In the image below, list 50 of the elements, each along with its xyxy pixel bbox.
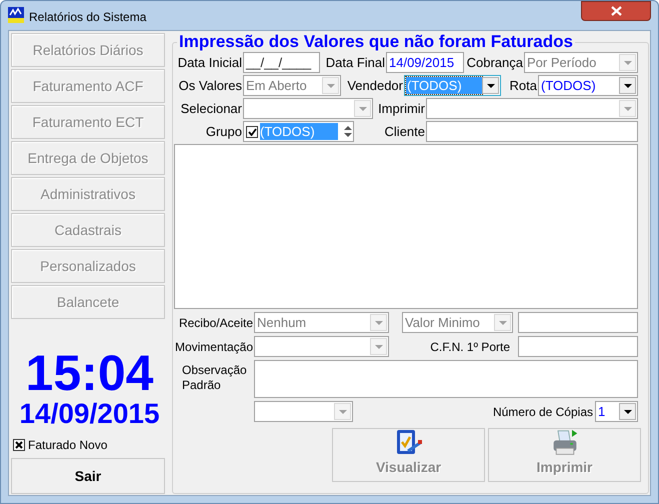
field-label: Grupo xyxy=(204,122,243,141)
dropdown-arrow-icon xyxy=(624,60,632,64)
dropdown-arrow-icon xyxy=(374,344,382,348)
spin-arrows-icon xyxy=(344,125,352,138)
group-title: Impressão dos Valores que não foram Faturados xyxy=(178,33,574,51)
input-field[interactable] xyxy=(426,121,638,142)
close-button[interactable] xyxy=(581,1,651,21)
field-label: Cobrança xyxy=(466,54,524,72)
dropdown-arrow-icon xyxy=(358,106,366,110)
checkbox-label: Faturado Novo xyxy=(28,437,108,454)
exit-button[interactable]: Sair xyxy=(11,458,165,494)
input-field[interactable]: __/__/____ xyxy=(243,52,320,73)
dropdown-arrow-icon xyxy=(374,320,382,324)
list-item[interactable]: (TODOS) xyxy=(260,123,338,140)
dropdown-arrow-icon xyxy=(624,410,632,414)
field-label: C.F.N. 1º Porte xyxy=(429,338,511,356)
field-label: Cliente xyxy=(384,122,426,141)
field-label: Data Inicial xyxy=(176,54,243,72)
checklist-icon xyxy=(396,429,422,457)
dropdown[interactable]: (TODOS) xyxy=(538,75,638,96)
dropdown[interactable]: 1 xyxy=(595,401,638,422)
text-area[interactable] xyxy=(254,360,638,398)
checkbox[interactable] xyxy=(13,439,25,451)
field-label: Data Final xyxy=(324,54,386,72)
field-label: Imprimir xyxy=(377,100,426,118)
window-title: Relatórios do Sistema xyxy=(29,9,146,26)
field-label: Observação Padrão xyxy=(181,362,248,394)
dropdown-arrow-icon xyxy=(624,106,632,110)
close-icon xyxy=(610,6,622,16)
dropdown-arrow-icon xyxy=(498,320,506,324)
dropdown-arrow-icon xyxy=(486,84,494,88)
clock-time: 15:04 xyxy=(26,347,154,399)
clock-date: 14/09/2015 xyxy=(19,399,160,429)
field-label: Número de Cópias xyxy=(492,404,594,420)
dropdown-arrow-icon xyxy=(326,84,334,88)
dropdown[interactable]: (TODOS) xyxy=(404,75,501,96)
field-label: Vendedor xyxy=(346,76,404,95)
checkbox[interactable] xyxy=(246,126,258,138)
group-list[interactable]: (TODOS) xyxy=(243,121,354,142)
field-label: Recibo/Aceite xyxy=(178,314,254,332)
dropdown-arrow-icon xyxy=(624,84,632,88)
field-label: Selecionar xyxy=(180,100,243,118)
input-field[interactable] xyxy=(518,336,638,357)
field-label: Os Valores xyxy=(178,76,243,95)
dropdown-arrow-icon xyxy=(338,410,346,414)
input-field[interactable] xyxy=(518,312,638,333)
field-label: Movimentação xyxy=(174,338,254,356)
app-icon xyxy=(8,7,24,23)
input-field[interactable]: 14/09/2015 xyxy=(386,52,464,73)
field-label: Rota xyxy=(508,76,538,95)
